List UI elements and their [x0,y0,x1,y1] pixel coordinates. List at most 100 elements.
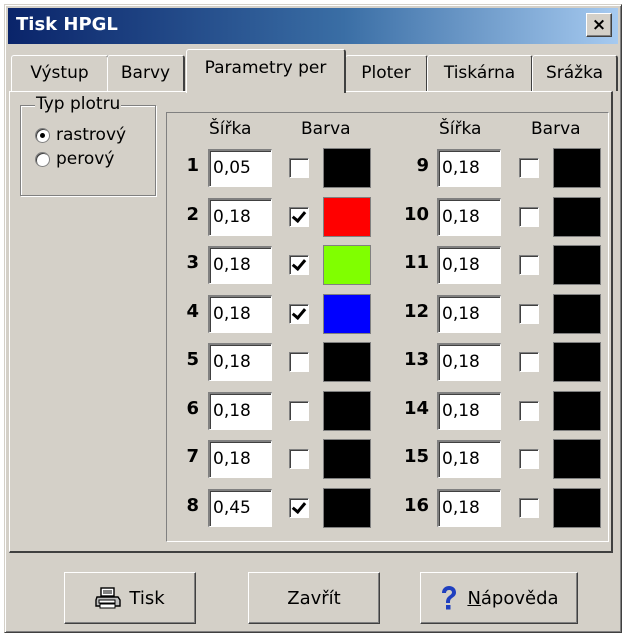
pen-number: 1 [186,155,199,176]
pen-width-input[interactable]: 0,18 [437,391,501,430]
plot-type-label: Typ plotru [35,94,122,114]
pen-width-input[interactable]: 0,18 [208,343,272,381]
pen-width-input[interactable]: 0,18 [437,197,501,236]
pen-enable-checkbox[interactable] [519,449,539,469]
pen-width-input[interactable]: 0,18 [208,391,272,430]
pen-enable-checkbox[interactable] [289,206,309,227]
radio-button[interactable] [35,127,50,143]
pen-width-input[interactable]: 0,18 [437,246,501,284]
pen-color-swatch[interactable] [553,342,601,382]
pen-enable-checkbox[interactable] [519,206,539,227]
pen-enable-checkbox[interactable] [519,158,539,178]
pen-number: 15 [403,446,429,467]
pen-color-swatch[interactable] [553,148,601,188]
pen-number: 10 [403,203,429,225]
radio-label: rastrový [56,125,127,145]
tab-parametry-per[interactable]: Parametry per [186,49,346,93]
pen-color-swatch[interactable] [323,148,371,188]
pen-number: 8 [186,494,199,516]
pen-width-input[interactable]: 0,05 [208,149,272,187]
pen-color-swatch[interactable] [553,439,601,479]
pen-color-swatch[interactable] [323,245,371,285]
pen-color-swatch[interactable] [553,487,601,528]
pen-enable-checkbox[interactable] [289,303,309,324]
pen-number: 5 [186,349,199,370]
print-button[interactable]: Tisk [64,572,196,624]
pen-enable-checkbox[interactable] [289,352,309,372]
radio-perovy[interactable]: perový [35,148,114,170]
pen-width-input[interactable]: 0,18 [208,246,272,284]
pen-number: 7 [186,446,199,467]
tab-label: Barvy [120,63,171,83]
close-icon: × [591,15,607,35]
pen-width-input[interactable]: 0,18 [437,488,501,527]
pen-enable-checkbox[interactable] [289,255,309,275]
printer-icon [95,587,122,609]
title-bar[interactable]: Tisk HPGL × [8,8,618,44]
color-header-left: Barva [301,119,351,139]
tab-label: Ploter [361,63,411,83]
close-window-button[interactable]: × [586,13,612,37]
window-title: Tisk HPGL [16,14,118,35]
width-header-left: Šířka [209,119,252,139]
pen-number: 4 [186,300,199,322]
pen-enable-checkbox[interactable] [519,303,539,324]
pen-number: 14 [403,397,429,419]
tab-label: Tiskárna [443,63,516,83]
pen-width-input[interactable]: 0,18 [437,294,501,333]
pen-width-input[interactable]: 0,18 [437,149,501,187]
pen-number: 2 [186,203,199,225]
plot-type-group: Typ plotru rastrový perový [20,94,156,196]
tab-srazka[interactable]: Srážka [532,55,618,91]
tab-label: Srážka [545,63,604,83]
pen-number: 16 [403,494,429,516]
help-button-label: Nápověda [467,587,559,609]
print-button-label: Tisk [129,587,165,609]
pen-number: 6 [186,397,199,419]
pen-number: 9 [416,155,429,176]
tab-label: Parametry per [204,58,327,78]
close-button[interactable]: Zavřít [248,572,380,624]
tab-ploter[interactable]: Ploter [345,55,428,91]
pen-enable-checkbox[interactable] [289,449,309,469]
pen-number: 11 [403,252,429,273]
pen-enable-checkbox[interactable] [519,352,539,372]
pen-enable-checkbox[interactable] [289,158,309,178]
color-header-right: Barva [531,119,581,139]
help-button[interactable]: Nápověda [420,572,578,624]
question-icon [439,585,459,611]
pen-grid: Šířka Barva Šířka Barva 1 0,05 2 0,18 3 0,18 4… [166,112,609,542]
pen-enable-checkbox[interactable] [519,400,539,421]
pen-color-swatch[interactable] [323,342,371,382]
pen-color-swatch[interactable] [553,196,601,237]
pen-enable-checkbox[interactable] [519,497,539,518]
pen-width-input[interactable]: 0,18 [437,343,501,381]
close-button-label: Zavřít [287,587,341,609]
width-header-right: Šířka [439,119,482,139]
radio-label: perový [56,149,115,169]
tab-tiskarna[interactable]: Tiskárna [427,55,533,91]
pen-number: 12 [403,300,429,322]
pen-color-swatch[interactable] [323,390,371,431]
tab-barvy[interactable]: Barvy [107,55,185,91]
pen-number: 13 [403,349,429,370]
pen-width-input[interactable]: 0,18 [437,440,501,478]
pen-enable-checkbox[interactable] [519,255,539,275]
radio-rastrovy[interactable]: rastrový [35,124,126,146]
radio-button[interactable] [35,151,50,167]
pen-color-swatch[interactable] [553,390,601,431]
tab-label: Výstup [30,63,89,83]
pen-width-input[interactable]: 0,18 [208,197,272,236]
pen-color-swatch[interactable] [323,196,371,237]
pen-enable-checkbox[interactable] [289,400,309,421]
pen-width-input[interactable]: 0,45 [208,488,272,527]
pen-color-swatch[interactable] [323,293,371,334]
pen-enable-checkbox[interactable] [289,497,309,518]
pen-width-input[interactable]: 0,18 [208,294,272,333]
pen-color-swatch[interactable] [553,245,601,285]
pen-color-swatch[interactable] [553,293,601,334]
pen-color-swatch[interactable] [323,487,371,528]
pen-width-input[interactable]: 0,18 [208,440,272,478]
pen-color-swatch[interactable] [323,439,371,479]
tab-vystup[interactable]: Výstup [11,55,109,91]
